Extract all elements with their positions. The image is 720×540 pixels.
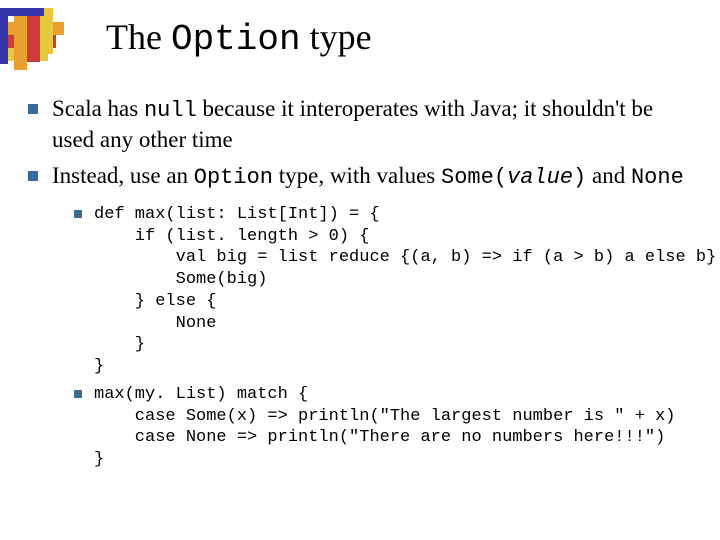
slide-title: The Option type — [106, 16, 372, 60]
deco-blue-v — [0, 8, 8, 64]
deco-v-2 — [27, 8, 40, 62]
corner-decoration — [0, 0, 100, 70]
deco-v-1 — [14, 8, 27, 70]
body-area: Scala has null because it interoperates … — [28, 94, 700, 477]
code-block-2: max(my. List) match { case Some(x) => pr… — [94, 384, 676, 471]
bullet-icon — [74, 210, 82, 218]
bullet-2: Instead, use an Option type, with values… — [28, 161, 700, 192]
bullet-icon — [74, 390, 82, 398]
bullet-1-text: Scala has null because it interoperates … — [52, 94, 700, 155]
title-prefix: The — [106, 17, 171, 57]
code-block-1: def max(list: List[Int]) = { if (list. l… — [94, 204, 716, 378]
sub-bullet-1: def max(list: List[Int]) = { if (list. l… — [74, 204, 700, 378]
bullet-icon — [28, 171, 38, 181]
bullet-2-text: Instead, use an Option type, with values… — [52, 161, 684, 192]
bullet-icon — [28, 104, 38, 114]
bullet-1: Scala has null because it interoperates … — [28, 94, 700, 155]
title-suffix: type — [301, 17, 372, 57]
title-mono: Option — [171, 19, 301, 60]
sub-bullets: def max(list: List[Int]) = { if (list. l… — [74, 204, 700, 471]
sub-bullet-2: max(my. List) match { case Some(x) => pr… — [74, 384, 700, 471]
